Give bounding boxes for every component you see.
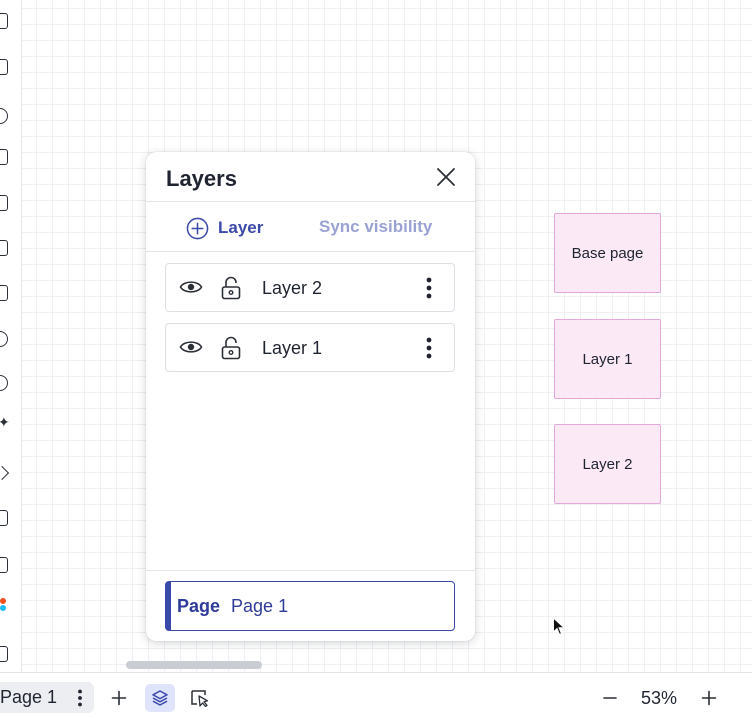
container-icon[interactable] — [0, 149, 8, 165]
canvas[interactable]: ✦ Base page Layer 1 Layer 2 Layers Layer… — [0, 0, 752, 672]
add-layer-label: Layer — [218, 218, 264, 237]
sparkle-icon[interactable]: ✦ — [0, 414, 14, 430]
figma-icon[interactable] — [0, 598, 6, 604]
close-icon[interactable] — [435, 166, 457, 188]
layer-row[interactable]: Layer 1 — [165, 323, 455, 372]
page-selector-label: Page — [177, 595, 221, 616]
panel-title: Layers — [166, 166, 237, 191]
plus-icon — [111, 690, 127, 706]
layers-panel: Layers Layer Sync visibility Layer 2 Lay… — [146, 152, 475, 641]
mouse-pointer-icon — [553, 617, 566, 636]
add-circle-icon — [186, 217, 209, 239]
link-icon[interactable] — [0, 331, 8, 347]
draw-icon[interactable] — [0, 375, 8, 391]
eye-icon[interactable] — [179, 278, 203, 296]
pen-icon[interactable] — [0, 240, 8, 256]
add-layer-button[interactable]: Layer — [186, 215, 263, 241]
page-menu-icon[interactable] — [76, 688, 84, 708]
frame-icon[interactable] — [0, 13, 8, 29]
unlock-icon[interactable] — [221, 336, 241, 360]
layer-name[interactable]: Layer 1 — [262, 338, 322, 359]
canvas-card-layer-2[interactable]: Layer 2 — [554, 424, 661, 504]
divider — [146, 570, 475, 571]
add-page-button[interactable] — [104, 684, 134, 712]
frame-select-icon — [191, 690, 209, 707]
layers-icon — [152, 690, 168, 706]
sync-visibility-button[interactable]: Sync visibility — [319, 217, 432, 237]
plus-icon — [701, 690, 717, 706]
page-tab-label: Page 1 — [0, 687, 58, 707]
cursor-tool-icon[interactable] — [0, 557, 8, 573]
zoom-level[interactable]: 53% — [641, 688, 677, 709]
page-selector[interactable]: Page Page 1 — [165, 581, 455, 631]
shape-icon[interactable] — [0, 59, 8, 75]
page-selector-value: Page 1 — [231, 595, 289, 616]
canvas-card-base-page[interactable]: Base page — [554, 213, 661, 293]
unlock-icon[interactable] — [221, 276, 241, 300]
chevron-right-icon[interactable] — [0, 465, 10, 481]
layer-name[interactable]: Layer 2 — [262, 278, 322, 299]
note-icon[interactable] — [0, 195, 8, 211]
horizontal-scrollbar[interactable] — [126, 661, 262, 669]
zoom-out-button[interactable] — [595, 684, 625, 712]
divider — [146, 251, 475, 252]
template-icon[interactable] — [0, 510, 8, 526]
more-vertical-icon[interactable] — [422, 276, 436, 300]
page-tab[interactable]: Page 1 — [0, 682, 94, 713]
select-frame-button[interactable] — [185, 684, 215, 712]
eye-icon[interactable] — [179, 338, 203, 356]
tool-rail: ✦ — [0, 0, 22, 672]
divider — [146, 201, 475, 202]
canvas-card-layer-1[interactable]: Layer 1 — [554, 319, 661, 399]
circle-icon[interactable] — [0, 108, 8, 124]
zoom-in-button[interactable] — [694, 684, 724, 712]
bottom-bar: Page 1 53% — [0, 672, 752, 718]
image-icon[interactable] — [0, 285, 8, 301]
more-vertical-icon[interactable] — [422, 336, 436, 360]
layer-row[interactable]: Layer 2 — [165, 263, 455, 312]
integration-icon[interactable] — [0, 646, 8, 662]
layers-toggle-button[interactable] — [145, 684, 175, 712]
minus-icon — [603, 697, 617, 699]
